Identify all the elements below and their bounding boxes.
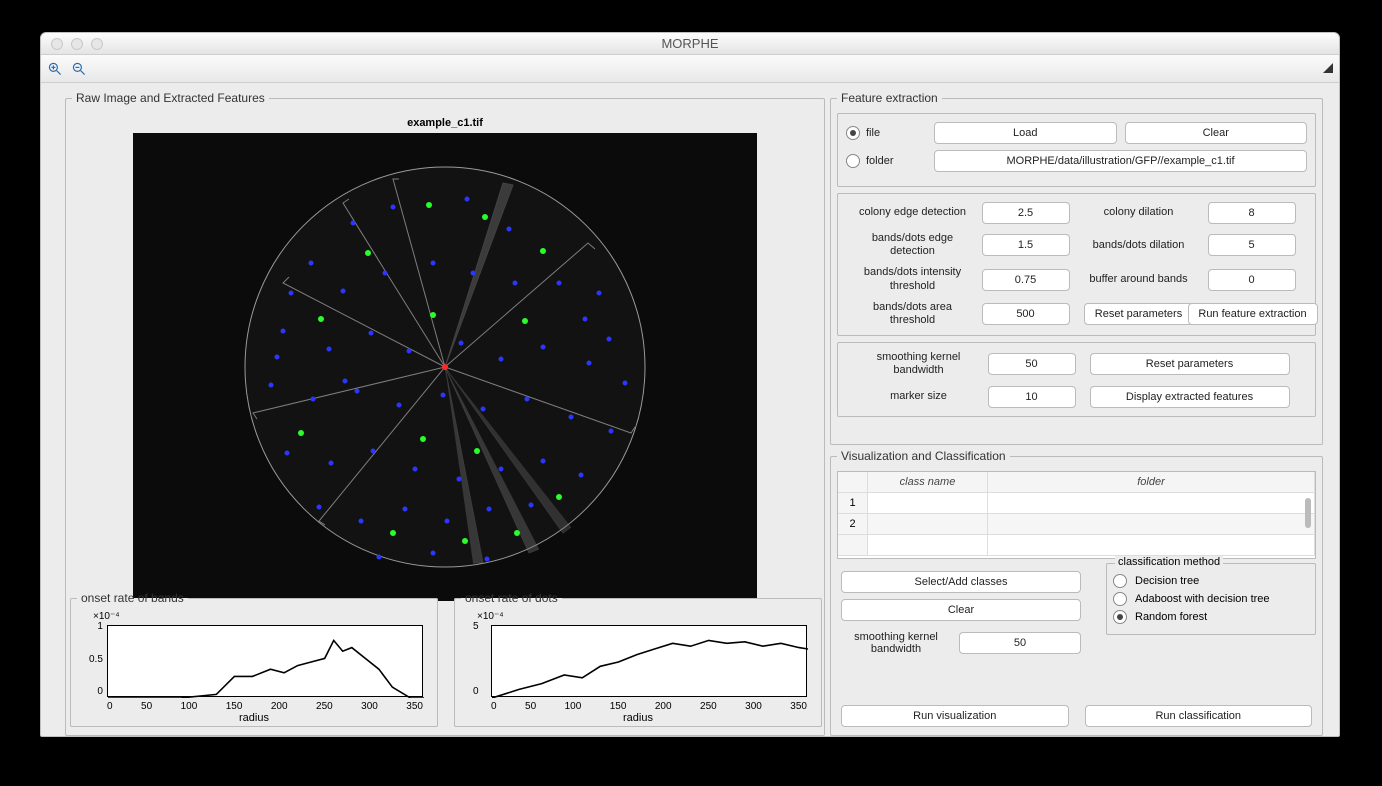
bd-intensity-input[interactable]: 0.75 xyxy=(982,269,1070,291)
table-row[interactable]: 1 xyxy=(838,493,1315,514)
col-folder: folder xyxy=(988,472,1315,492)
smoothing-label: smoothing kernel bandwidth xyxy=(864,351,974,377)
raw-image-display[interactable] xyxy=(133,133,757,601)
display-params-box: smoothing kernel bandwidth 50 Reset para… xyxy=(837,342,1316,416)
buffer-input[interactable]: 0 xyxy=(1208,269,1296,291)
chart-bands-legend: onset rate of bands xyxy=(77,591,188,605)
zoom-in-icon xyxy=(47,61,63,77)
chart-dots-legend: onset rate of dots xyxy=(461,591,562,605)
zoom-in-button[interactable] xyxy=(47,61,63,77)
table-scrollbar[interactable] xyxy=(1305,498,1311,528)
table-row[interactable] xyxy=(838,535,1315,556)
window-title: MORPHE xyxy=(41,36,1339,51)
bd-edge-input[interactable]: 1.5 xyxy=(982,234,1070,256)
bd-area-label: bands/dots area threshold xyxy=(858,301,968,327)
ada-label: Adaboost with decision tree xyxy=(1135,593,1270,605)
chart-onset-dots: onset rate of dots ×10⁻⁴ 50 050100150200… xyxy=(454,591,822,727)
table-row[interactable]: 2 xyxy=(838,514,1315,535)
path-input[interactable]: MORPHE/data/illustration/GFP//example_c1… xyxy=(934,150,1307,172)
chart-onset-bands: onset rate of bands ×10⁻⁴ 10.50 05010015… xyxy=(70,591,438,727)
chart-bands-yticks: 10.50 xyxy=(89,621,103,697)
display-features-button[interactable]: Display extracted features xyxy=(1090,386,1290,408)
run-extraction-button[interactable]: Run feature extraction xyxy=(1188,303,1318,325)
chart-dots-xticks: 050100150200250300350 xyxy=(491,701,807,712)
colony-dilation-label: colony dilation xyxy=(1084,206,1194,219)
chart-dots-plot xyxy=(491,625,807,697)
buffer-label: buffer around bands xyxy=(1084,273,1194,286)
run-visualization-button[interactable]: Run visualization xyxy=(841,705,1069,727)
image-title: example_c1.tif xyxy=(72,117,818,129)
viz-smoothing-input[interactable]: 50 xyxy=(959,632,1081,654)
viz-clear-button[interactable]: Clear xyxy=(841,599,1081,621)
bd-area-input[interactable]: 500 xyxy=(982,303,1070,325)
bd-dilation-label: bands/dots dilation xyxy=(1084,239,1194,252)
reset-params-button[interactable]: Reset parameters xyxy=(1084,303,1194,325)
folder-radio[interactable] xyxy=(846,154,860,168)
dt-radio[interactable] xyxy=(1113,574,1127,588)
smoothing-input[interactable]: 50 xyxy=(988,353,1076,375)
col-class-name: class name xyxy=(868,472,988,492)
classification-method-box: classification method Decision tree Adab… xyxy=(1106,563,1316,635)
colony-image xyxy=(133,133,757,601)
colony-dilation-input[interactable]: 8 xyxy=(1208,202,1296,224)
feature-extraction-panel: Feature extraction file Load Clear folde… xyxy=(830,91,1323,445)
chart-bands-xlabel: radius xyxy=(71,712,437,724)
extraction-params-box: colony edge detection 2.5 colony dilatio… xyxy=(837,193,1316,336)
viz-legend: Visualization and Classification xyxy=(837,449,1010,463)
bd-dilation-input[interactable]: 5 xyxy=(1208,234,1296,256)
bd-edge-label: bands/dots edge detection xyxy=(858,232,968,258)
select-add-classes-button[interactable]: Select/Add classes xyxy=(841,571,1081,593)
class-table[interactable]: class name folder 1 2 xyxy=(837,471,1316,559)
clear-button[interactable]: Clear xyxy=(1125,122,1308,144)
raw-image-legend: Raw Image and Extracted Features xyxy=(72,91,269,105)
app-body: Raw Image and Extracted Features example… xyxy=(41,83,1339,736)
titlebar[interactable]: MORPHE xyxy=(41,33,1339,55)
chart-dots-xlabel: radius xyxy=(455,712,821,724)
toolbar xyxy=(41,55,1339,83)
file-source-box: file Load Clear folder MORPHE/data/illus… xyxy=(837,113,1316,187)
ada-radio[interactable] xyxy=(1113,592,1127,606)
colony-edge-input[interactable]: 2.5 xyxy=(982,202,1070,224)
app-window: MORPHE Raw Image and Extracted Features … xyxy=(40,32,1340,737)
raw-image-panel: Raw Image and Extracted Features example… xyxy=(65,91,825,736)
rf-label: Random forest xyxy=(1135,611,1207,623)
dt-label: Decision tree xyxy=(1135,575,1199,587)
classification-method-legend: classification method xyxy=(1115,556,1223,568)
reset-display-button[interactable]: Reset parameters xyxy=(1090,353,1290,375)
zoom-out-icon xyxy=(71,61,87,77)
toolbar-expand-icon[interactable] xyxy=(1323,60,1333,78)
load-button[interactable]: Load xyxy=(934,122,1117,144)
viz-smoothing-label: smoothing kernel bandwidth xyxy=(841,631,951,655)
rf-radio[interactable] xyxy=(1113,610,1127,624)
chart-dots-yticks: 50 xyxy=(473,621,479,697)
run-classification-button[interactable]: Run classification xyxy=(1085,705,1313,727)
bd-intensity-label: bands/dots intensity threshold xyxy=(858,266,968,292)
zoom-out-button[interactable] xyxy=(71,61,87,77)
feature-legend: Feature extraction xyxy=(837,91,942,105)
folder-radio-label: folder xyxy=(866,155,894,167)
file-radio[interactable] xyxy=(846,126,860,140)
chart-bands-xticks: 050100150200250300350 xyxy=(107,701,423,712)
marker-label: marker size xyxy=(864,390,974,403)
colony-edge-label: colony edge detection xyxy=(858,206,968,219)
viz-classification-panel: Visualization and Classification class n… xyxy=(830,449,1323,736)
marker-input[interactable]: 10 xyxy=(988,386,1076,408)
file-radio-label: file xyxy=(866,127,880,139)
chart-bands-plot xyxy=(107,625,423,697)
chart-dots-exp: ×10⁻⁴ xyxy=(477,611,504,622)
